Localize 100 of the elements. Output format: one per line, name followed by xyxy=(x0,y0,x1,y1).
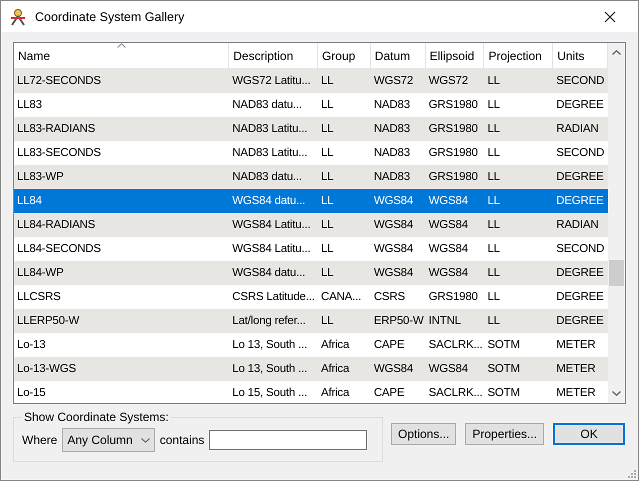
table-cell-text: CSRS xyxy=(372,291,406,303)
table-cell-text: WGS84 xyxy=(428,243,469,255)
table-cell-text: METER xyxy=(555,339,596,351)
table-cell-text: WGS84 Latitu... xyxy=(231,243,312,255)
table-cell-text: LL xyxy=(486,147,501,159)
table-row[interactable]: Lo-15 Lo 15, South ... Africa CAPE SACLRK... SOTM METER xyxy=(14,381,608,403)
table-row[interactable]: LL84-WP WGS84 datu... LL WGS84 WGS84 LL DEGREE xyxy=(14,261,608,285)
column-header[interactable]: Description xyxy=(229,43,318,68)
table-cell-text: WGS84 xyxy=(428,195,469,207)
column-header[interactable]: Datum xyxy=(370,43,426,68)
table-cell-text: SOTM xyxy=(486,339,521,351)
close-icon[interactable] xyxy=(604,10,616,22)
table-cell-text: Lo-13 xyxy=(16,339,46,351)
table-cell-text: LL xyxy=(486,315,501,327)
table-cell-text: NAD83 xyxy=(372,99,411,111)
table-cell-text: Lo 13, South ... xyxy=(231,363,308,375)
table-cell-text: WGS84 xyxy=(372,363,414,375)
table-cell-text: LL xyxy=(486,75,501,87)
table-cell-text: METER xyxy=(555,363,596,375)
table-row[interactable]: LL83 NAD83 datu... LL NAD83 GRS1980 LL DEGREE xyxy=(14,93,608,117)
table-cell-text: WGS84 xyxy=(372,267,414,279)
table-cell-text: Lo 15, South ... xyxy=(231,387,308,399)
search-field[interactable] xyxy=(209,430,368,450)
table-cell-text: DEGREE xyxy=(555,171,605,183)
table-row[interactable]: Lo-13-WGS Lo 13, South ... Africa WGS84 WGS84 SOTM METER xyxy=(14,357,608,381)
scrollbar[interactable] xyxy=(608,43,625,403)
table-cell-text: LL83-WP xyxy=(16,171,65,183)
table-cell-text: WGS72 Latitu... xyxy=(231,75,312,87)
table-cell-text: WGS84 xyxy=(372,219,414,231)
dialog-button[interactable]: Properties... xyxy=(465,423,544,445)
table-cell-text: LL xyxy=(486,195,501,207)
table-row[interactable]: LL83-SECONDS NAD83 Latitu... LL NAD83 GRS1980 LL SECOND xyxy=(14,141,608,165)
scroll-up-icon[interactable] xyxy=(612,50,622,55)
table-cell-text: LL72-SECONDS xyxy=(16,75,102,87)
table-row[interactable]: LLCSRS CSRS Latitude... CANA... CSRS GRS1980 LL DEGREE xyxy=(14,285,608,309)
table-cell-text: WGS84 Latitu... xyxy=(231,219,312,231)
dialog-button[interactable]: Options... xyxy=(391,423,456,445)
column-header[interactable]: Group xyxy=(318,43,371,68)
column-header[interactable]: Ellipsoid xyxy=(426,43,484,68)
table-cell-text: LL83-RADIANS xyxy=(16,123,96,135)
table-row[interactable]: LL83-RADIANS NAD83 Latitu... LL NAD83 GRS1980 LL RADIAN xyxy=(14,117,608,141)
column-dropdown[interactable]: Any Column xyxy=(62,428,155,452)
table-cell-text: NAD83 xyxy=(372,123,411,135)
table-cell-text: Lo-13-WGS xyxy=(16,363,77,375)
chevron-down-icon xyxy=(140,438,150,442)
column-header[interactable]: Name xyxy=(14,43,230,68)
table-cell-text: LL xyxy=(320,147,334,159)
resize-grip-icon[interactable] xyxy=(628,470,636,478)
table-cell-text: Africa xyxy=(320,387,350,399)
table-row[interactable]: LLERP50-W Lat/long refer... LL ERP50-W INTNL LL DEGREE xyxy=(14,309,608,333)
table-row[interactable]: LL84 WGS84 datu... LL WGS84 WGS84 LL DEGREE xyxy=(14,189,608,213)
table-cell-text: GRS1980 xyxy=(428,171,479,183)
table-cell-text: WGS72 xyxy=(372,75,414,87)
table-cell-text: LL xyxy=(320,243,334,255)
table-cell-text: WGS84 xyxy=(428,267,469,279)
table-cell-text: LL xyxy=(320,171,334,183)
table-cell-text: NAD83 xyxy=(372,147,411,159)
table-cell-text: LL xyxy=(486,243,501,255)
table-cell-text: METER xyxy=(555,387,596,399)
table-cell-text: WGS84 datu... xyxy=(231,195,306,207)
table-cell-text: Africa xyxy=(320,363,350,375)
table-cell-text: LL xyxy=(486,99,501,111)
table-cell-text: LL xyxy=(486,171,501,183)
table-row[interactable]: LL84-RADIANS WGS84 Latitu... LL WGS84 WGS84 LL RADIAN xyxy=(14,213,608,237)
table-cell-text: LL xyxy=(486,267,501,279)
dialog-button[interactable]: OK xyxy=(553,423,626,445)
table-cell-text: LLCSRS xyxy=(16,291,62,303)
scroll-thumb[interactable] xyxy=(609,260,624,286)
table-cell-text: LL xyxy=(320,195,334,207)
table-cell-text: LL xyxy=(486,291,501,303)
table-cell-text: WGS84 xyxy=(428,219,469,231)
table-cell-text: RADIAN xyxy=(555,123,600,135)
table-cell-text: NAD83 Latitu... xyxy=(231,147,308,159)
table-cell-text: DEGREE xyxy=(555,267,605,279)
table-cell-text: LL xyxy=(320,123,334,135)
table-cell-text: LL xyxy=(320,267,334,279)
column-header[interactable]: Projection xyxy=(484,43,554,68)
table-cell-text: LL84-WP xyxy=(16,267,65,279)
table-cell-text: LLERP50-W xyxy=(16,315,80,327)
table-row[interactable]: LL72-SECONDS WGS72 Latitu... LL WGS72 WGS72 LL SECOND xyxy=(14,69,608,93)
table-cell-text: SACLRK... xyxy=(428,387,484,399)
table-cell-text: CAPE xyxy=(372,339,406,351)
table-cell-text: SECOND xyxy=(555,243,606,255)
table-cell-text: DEGREE xyxy=(555,99,605,111)
table-cell-text: NAD83 datu... xyxy=(231,99,303,111)
table-cell-text: SECOND xyxy=(555,147,606,159)
table-cell-text: GRS1980 xyxy=(428,123,479,135)
table-cell-text: CANA... xyxy=(320,291,362,303)
scroll-down-icon[interactable] xyxy=(612,391,622,396)
table-cell-text: LL xyxy=(320,219,334,231)
table-cell-text: LL83 xyxy=(16,99,43,111)
table-cell-text: Lo 13, South ... xyxy=(231,339,308,351)
table-row[interactable]: LL84-SECONDS WGS84 Latitu... LL WGS84 WGS84 LL SECOND xyxy=(14,237,608,261)
compass-icon xyxy=(9,8,27,26)
table-row[interactable]: LL83-WP NAD83 datu... LL NAD83 GRS1980 LL DEGREE xyxy=(14,165,608,189)
table-cell-text: Lo-15 xyxy=(16,387,46,399)
table-cell-text: WGS72 xyxy=(428,75,469,87)
table-cell-text: LL xyxy=(486,123,501,135)
table-cell-text: Lat/long refer... xyxy=(231,315,307,327)
table-row[interactable]: Lo-13 Lo 13, South ... Africa CAPE SACLRK... SOTM METER xyxy=(14,333,608,357)
